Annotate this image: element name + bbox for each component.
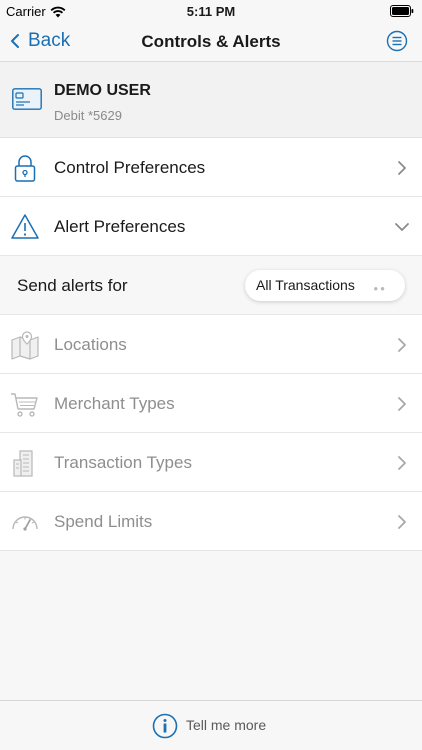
send-alerts-row: Send alerts for All Transactions ●● [0,256,422,315]
battery-icon [390,5,414,17]
list-circle-icon[interactable] [386,30,408,52]
transaction-scope-selector[interactable]: All Transactions ●● [245,270,405,301]
nav-bar: Back Controls & Alerts [0,22,422,62]
alert-item-label: Transaction Types [54,453,192,472]
ellipsis-icon: ●● [373,284,387,293]
chevron-right-icon [398,456,406,470]
account-number: Debit *5629 [54,108,122,123]
control-preferences-label: Control Preferences [54,158,206,177]
cart-icon [11,393,38,417]
lock-icon [14,155,36,182]
alert-item-locations[interactable]: Locations [0,315,422,374]
control-preferences-row[interactable]: Control Preferences [0,138,422,197]
warning-icon [11,214,39,239]
card-icon [12,88,42,110]
info-icon[interactable] [152,713,178,739]
send-alerts-label: Send alerts for [17,276,128,295]
account-name: DEMO USER [54,82,151,99]
account-header: DEMO USER Debit *5629 [0,62,422,138]
alert-item-transaction-types[interactable]: Transaction Types [0,433,422,492]
gauge-icon [12,516,38,531]
alert-item-spend-limits[interactable]: Spend Limits [0,492,422,551]
buildings-icon [13,450,33,477]
map-pin-icon [11,331,39,360]
footer-bar: Tell me more [0,700,422,750]
alert-item-label: Merchant Types [54,394,175,413]
status-bar: Carrier 5:11 PM [0,0,422,22]
alert-preferences-label: Alert Preferences [54,217,186,236]
selected-scope: All Transactions [256,277,355,293]
chevron-right-icon [398,515,406,529]
chevron-right-icon [398,397,406,411]
tell-me-more-link[interactable]: Tell me more [186,717,266,733]
chevron-right-icon [398,338,406,352]
alert-preferences-row[interactable]: Alert Preferences [0,197,422,256]
chevron-down-icon [395,223,409,231]
alert-item-label: Locations [54,335,127,354]
status-time: 5:11 PM [186,4,236,19]
page-title: Controls & Alerts [141,32,281,51]
chevron-right-icon [398,161,406,175]
alert-item-merchant-types[interactable]: Merchant Types [0,374,422,433]
alert-item-label: Spend Limits [54,512,153,531]
